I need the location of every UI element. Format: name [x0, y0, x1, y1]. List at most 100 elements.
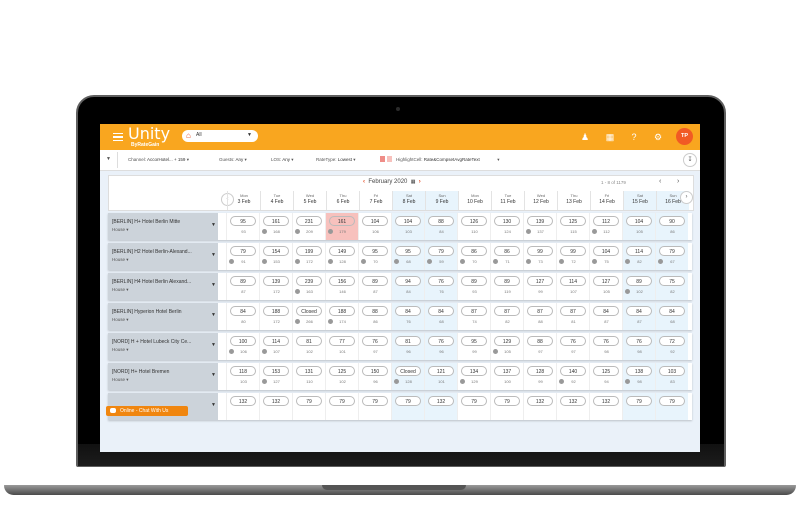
- expand-icon[interactable]: ▼: [211, 402, 216, 408]
- help-icon[interactable]: ?: [629, 132, 639, 142]
- rate-pill[interactable]: 86: [494, 246, 520, 256]
- rate-pill[interactable]: 79: [362, 396, 388, 406]
- rate-pill[interactable]: 79: [626, 396, 652, 406]
- users-icon[interactable]: ♟: [580, 132, 590, 142]
- hotel-cell[interactable]: [NORD] H+ Hotel Bremen House ▾ ▼: [108, 363, 218, 390]
- next-days-button[interactable]: ›: [680, 191, 693, 204]
- rate-pill[interactable]: 88: [428, 216, 454, 226]
- rate-pill[interactable]: 134: [461, 366, 487, 376]
- rate-pill[interactable]: 84: [230, 306, 256, 316]
- rate-pill[interactable]: 104: [626, 216, 652, 226]
- rate-pill[interactable]: 84: [395, 306, 421, 316]
- rate-pill[interactable]: 140: [560, 366, 586, 376]
- apps-grid-icon[interactable]: ▦: [605, 132, 615, 142]
- chat-button[interactable]: Online - Chat With Us: [106, 406, 188, 416]
- rate-pill[interactable]: 81: [395, 336, 421, 346]
- rate-pill[interactable]: 125: [560, 216, 586, 226]
- rate-pill[interactable]: 88: [527, 336, 553, 346]
- rate-pill[interactable]: 72: [659, 336, 685, 346]
- rate-pill[interactable]: 130: [494, 216, 520, 226]
- expand-icon[interactable]: ▼: [211, 312, 216, 318]
- highlight-filter[interactable]: HighlightCell: Rate&CompsetAvgRateText ▾: [396, 157, 500, 163]
- hotel-type[interactable]: House ▾: [112, 377, 129, 383]
- rate-pill[interactable]: 76: [626, 336, 652, 346]
- next-month-button[interactable]: ›: [419, 179, 421, 185]
- rate-pill[interactable]: 84: [428, 306, 454, 316]
- rate-pill[interactable]: 104: [362, 216, 388, 226]
- rate-pill[interactable]: 132: [593, 396, 619, 406]
- rate-pill[interactable]: 154: [263, 246, 289, 256]
- rate-pill[interactable]: 89: [362, 276, 388, 286]
- hotel-cell[interactable]: [BERLIN] H4 Hotel Berlin Alexand... Hous…: [108, 273, 218, 300]
- rate-pill[interactable]: 95: [230, 216, 256, 226]
- rate-pill[interactable]: 86: [461, 246, 487, 256]
- rate-pill[interactable]: 79: [659, 246, 685, 256]
- rate-pill[interactable]: 129: [494, 336, 520, 346]
- rate-pill[interactable]: 126: [461, 216, 487, 226]
- rate-pill[interactable]: 84: [659, 306, 685, 316]
- rate-pill[interactable]: 77: [329, 336, 355, 346]
- rate-pill[interactable]: 156: [329, 276, 355, 286]
- rate-pill[interactable]: 79: [659, 396, 685, 406]
- rate-pill[interactable]: 89: [626, 276, 652, 286]
- rate-pill[interactable]: 112: [593, 216, 619, 226]
- collapse-icon[interactable]: ▼: [106, 156, 111, 162]
- rate-pill[interactable]: 138: [626, 366, 652, 376]
- rate-pill[interactable]: 87: [560, 306, 586, 316]
- rate-pill[interactable]: 132: [560, 396, 586, 406]
- rate-pill[interactable]: 131: [296, 366, 322, 376]
- expand-icon[interactable]: ▼: [211, 342, 216, 348]
- rate-pill[interactable]: 239: [296, 276, 322, 286]
- rate-pill[interactable]: 79: [296, 396, 322, 406]
- rate-pill[interactable]: 89: [461, 276, 487, 286]
- ratetype-filter[interactable]: RateType: Lowest ▾: [316, 157, 356, 163]
- rate-pill[interactable]: 90: [659, 216, 685, 226]
- rate-pill[interactable]: 121: [428, 366, 454, 376]
- channel-filter[interactable]: Channel: AccorHotel... + 159 ▾: [128, 157, 189, 163]
- hotel-type[interactable]: House ▾: [112, 347, 129, 353]
- rate-pill[interactable]: 114: [263, 336, 289, 346]
- rate-pill[interactable]: 99: [527, 246, 553, 256]
- rate-pill[interactable]: 79: [461, 396, 487, 406]
- rate-pill[interactable]: 79: [395, 396, 421, 406]
- rate-pill[interactable]: 127: [527, 276, 553, 286]
- settings-icon[interactable]: ⚙: [653, 132, 663, 142]
- hotel-cell[interactable]: [BERLIN] H2 Hotel Berlin-Alexand... Hous…: [108, 243, 218, 270]
- rate-pill[interactable]: 137: [494, 366, 520, 376]
- rate-pill[interactable]: 89: [230, 276, 256, 286]
- rate-pill[interactable]: 76: [428, 336, 454, 346]
- rate-pill[interactable]: 128: [527, 366, 553, 376]
- rate-pill[interactable]: 188: [329, 306, 355, 316]
- expand-icon[interactable]: ▼: [211, 372, 216, 378]
- rate-pill[interactable]: 75: [659, 276, 685, 286]
- property-select[interactable]: ⌂ All ▼: [182, 130, 258, 142]
- prev-page-button[interactable]: ‹: [659, 178, 661, 185]
- hotel-type[interactable]: House ▾: [112, 287, 129, 293]
- rate-pill[interactable]: 149: [329, 246, 355, 256]
- rate-pill[interactable]: 114: [560, 276, 586, 286]
- rate-pill[interactable]: 84: [593, 306, 619, 316]
- rate-pill[interactable]: 132: [230, 396, 256, 406]
- expand-icon[interactable]: ▼: [211, 282, 216, 288]
- rate-pill[interactable]: 114: [626, 246, 652, 256]
- guests-filter[interactable]: Guests: Any ▾: [219, 157, 247, 163]
- rate-pill[interactable]: 104: [593, 246, 619, 256]
- rate-pill[interactable]: 99: [560, 246, 586, 256]
- rate-pill[interactable]: 150: [362, 366, 388, 376]
- hotel-cell[interactable]: [NORD] H + Hotel Lubeck City Ce... House…: [108, 333, 218, 360]
- rate-pill[interactable]: 89: [494, 276, 520, 286]
- rate-pill[interactable]: 84: [626, 306, 652, 316]
- rate-pill[interactable]: 199: [296, 246, 322, 256]
- rate-pill[interactable]: 118: [230, 366, 256, 376]
- rate-pill[interactable]: 79: [329, 396, 355, 406]
- rate-pill[interactable]: 161: [263, 216, 289, 226]
- rate-pill[interactable]: 88: [362, 306, 388, 316]
- rate-pill[interactable]: 87: [494, 306, 520, 316]
- rate-pill[interactable]: 76: [560, 336, 586, 346]
- hotel-type[interactable]: House ▾: [112, 257, 129, 263]
- rate-pill[interactable]: 79: [494, 396, 520, 406]
- menu-icon[interactable]: [113, 133, 123, 142]
- rate-pill[interactable]: 139: [527, 216, 553, 226]
- hotel-type[interactable]: House ▾: [112, 227, 129, 233]
- hotel-cell[interactable]: [BERLIN] Hyperion Hotel Berlin House ▾ ▼: [108, 303, 218, 330]
